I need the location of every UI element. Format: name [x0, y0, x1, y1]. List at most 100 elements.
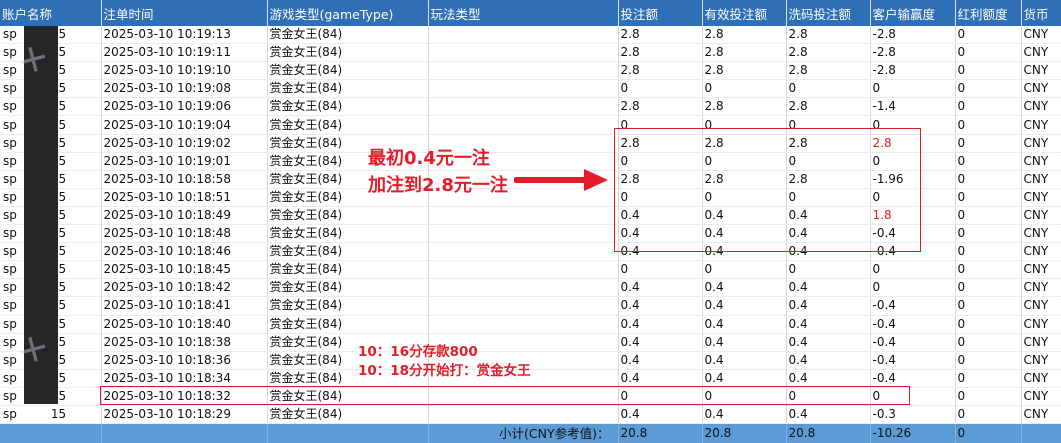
cell-wash-bet: 0.4 — [786, 405, 871, 425]
cell-currency: CNY — [1021, 333, 1061, 352]
cell-customer-winloss: 0 — [870, 260, 956, 280]
cell-wash-bet: 2.8 — [786, 26, 871, 45]
cell-game-type: 赏金女王(84) — [267, 387, 429, 406]
col-header-game-type[interactable]: 游戏类型(gameType) — [267, 0, 429, 26]
cell-bonus: 0 — [955, 115, 1022, 135]
col-header-customer-winloss[interactable]: 客户输赢度 — [870, 0, 956, 26]
table-row[interactable]: sp 15 2025-03-10 10:18:32 赏金女王(84) 0 0 0 0 0 CNY — [0, 387, 1061, 406]
cell-bet-amount: 0 — [618, 152, 703, 171]
cell-currency: CNY — [1021, 170, 1061, 189]
col-header-account[interactable]: 账户名称 — [0, 0, 102, 26]
cell-currency: CNY — [1021, 369, 1061, 388]
cell-bet-amount: 2.8 — [618, 170, 703, 189]
cell-game-type: 赏金女王(84) — [267, 242, 429, 262]
table-row[interactable]: sp 15 2025-03-10 10:18:29 赏金女王(84) 0.4 0.4 0.4… — [0, 405, 1061, 425]
cell-valid-bet: 0.4 — [702, 242, 787, 262]
cell-currency: CNY — [1021, 296, 1061, 316]
cell-game-type: 赏金女王(84) — [267, 260, 429, 280]
cell-customer-winloss: -0.3 — [870, 405, 956, 425]
cell-valid-bet: 2.8 — [702, 170, 787, 189]
cell-bet-amount: 0 — [618, 115, 703, 135]
account-prefix: sp — [3, 334, 17, 349]
table-row[interactable]: sp 15 2025-03-10 10:18:40 赏金女王(84) 0.4 0.4 0.4… — [0, 315, 1061, 334]
cell-wash-bet: 0 — [786, 152, 871, 171]
account-prefix: sp — [3, 316, 17, 331]
cell-currency: CNY — [1021, 315, 1061, 334]
cell-customer-winloss: 0 — [870, 115, 956, 135]
cell-valid-bet: 2.8 — [702, 43, 787, 63]
account-prefix: sp — [3, 153, 17, 168]
cell-bet-amount: 0.4 — [618, 405, 703, 425]
col-header-currency[interactable]: 货币 — [1021, 0, 1061, 26]
cell-customer-winloss: 0 — [870, 278, 956, 298]
table-row[interactable]: sp 15 2025-03-10 10:19:11 赏金女王(84) 2.8 2.8 2.8… — [0, 43, 1061, 63]
cell-bonus: 0 — [955, 260, 1022, 280]
cell-bet-time: 2025-03-10 10:19:02 — [101, 134, 268, 153]
cell-bet-time: 2025-03-10 10:18:51 — [101, 188, 268, 207]
table-row[interactable]: sp 15 2025-03-10 10:19:13 赏金女王(84) 2.8 2.8 2.8… — [0, 26, 1061, 45]
table-row[interactable]: sp 15 2025-03-10 10:18:49 赏金女王(84) 0.4 0.4 0.4… — [0, 206, 1061, 226]
col-header-play-type[interactable]: 玩法类型 — [428, 0, 619, 26]
cell-currency: CNY — [1021, 134, 1061, 153]
cell-wash-bet: 2.8 — [786, 97, 871, 117]
table-row[interactable]: sp 15 2025-03-10 10:19:02 赏金女王(84) 2.8 2.8 2.8… — [0, 134, 1061, 153]
cell-game-type: 赏金女王(84) — [267, 97, 429, 117]
table-row[interactable]: sp 15 2025-03-10 10:19:08 赏金女王(84) 0 0 0 0 0 CNY — [0, 79, 1061, 99]
cell-bet-time: 2025-03-10 10:18:48 — [101, 224, 268, 244]
col-header-valid-bet[interactable]: 有效投注额 — [702, 0, 787, 26]
col-header-bet-time[interactable]: 注单时间 — [101, 0, 268, 26]
table-row[interactable]: sp 15 2025-03-10 10:18:41 赏金女王(84) 0.4 0.4 0.4… — [0, 296, 1061, 316]
table-row[interactable]: sp 15 2025-03-10 10:19:06 赏金女王(84) 2.8 2.8 2.8… — [0, 97, 1061, 117]
cell-customer-winloss: -2.8 — [870, 61, 956, 81]
cell-bet-amount: 0 — [618, 79, 703, 99]
cell-customer-winloss: 0 — [870, 188, 956, 207]
cell-valid-bet: 0.4 — [702, 333, 787, 352]
cell-valid-bet: 2.8 — [702, 26, 787, 45]
cell-play-type — [428, 278, 619, 298]
account-prefix: sp — [3, 135, 17, 150]
cell-game-type: 赏金女王(84) — [267, 224, 429, 244]
table-row[interactable]: sp 15 2025-03-10 10:18:42 赏金女王(84) 0.4 0.4 0.4… — [0, 278, 1061, 298]
table-row[interactable]: sp 15 2025-03-10 10:18:48 赏金女王(84) 0.4 0.4 0.4… — [0, 224, 1061, 244]
table-row[interactable]: sp 15 2025-03-10 10:18:45 赏金女王(84) 0 0 0 0 0 CNY — [0, 260, 1061, 280]
cell-game-type: 赏金女王(84) — [267, 115, 429, 135]
subtotal-row: 小计(CNY参考值)： 20.8 20.8 20.8 -10.26 0 — [0, 423, 1061, 443]
col-header-bet-amount[interactable]: 投注额 — [618, 0, 703, 26]
cell-bonus: 0 — [955, 242, 1022, 262]
cell-bonus: 0 — [955, 43, 1022, 63]
table-row[interactable]: sp 15 2025-03-10 10:19:04 赏金女王(84) 0 0 0 0 0 CNY — [0, 115, 1061, 135]
table-row[interactable]: sp 15 2025-03-10 10:19:10 赏金女王(84) 2.8 2.8 2.8… — [0, 61, 1061, 81]
cell-bet-amount: 0.4 — [618, 315, 703, 334]
account-prefix: sp — [3, 407, 17, 422]
cell-wash-bet: 0.4 — [786, 278, 871, 298]
cell-valid-bet: 0.4 — [702, 296, 787, 316]
cell-customer-winloss: 1.8 — [870, 206, 956, 226]
col-header-bonus[interactable]: 红利额度 — [955, 0, 1022, 26]
table-row[interactable]: sp 15 2025-03-10 10:18:38 赏金女王(84) 0.4 0.4 0.4… — [0, 333, 1061, 352]
cell-valid-bet: 2.8 — [702, 134, 787, 153]
cell-play-type — [428, 224, 619, 244]
cell-bet-amount: 0.4 — [618, 333, 703, 352]
cell-play-type — [428, 242, 619, 262]
cell-bonus: 0 — [955, 170, 1022, 189]
cell-valid-bet: 2.8 — [702, 97, 787, 117]
cell-bonus: 0 — [955, 405, 1022, 425]
cell-bet-time: 2025-03-10 10:18:49 — [101, 206, 268, 226]
cell-currency: CNY — [1021, 224, 1061, 244]
cell-wash-bet: 2.8 — [786, 43, 871, 63]
cell-valid-bet: 0.4 — [702, 351, 787, 370]
col-header-wash-bet[interactable]: 洗码投注额 — [786, 0, 871, 26]
subtotal-label: 小计(CNY参考值)： — [428, 423, 619, 443]
subtotal-currency — [1021, 423, 1061, 443]
cell-customer-winloss: 0 — [870, 152, 956, 171]
cell-play-type — [428, 315, 619, 334]
cell-currency: CNY — [1021, 115, 1061, 135]
cell-bonus: 0 — [955, 369, 1022, 388]
cell-customer-winloss: 2.8 — [870, 134, 956, 153]
table-row[interactable]: sp 15 2025-03-10 10:18:46 赏金女王(84) 0.4 0.4 0.4… — [0, 242, 1061, 262]
cell-wash-bet: 0 — [786, 115, 871, 135]
cell-bonus: 0 — [955, 333, 1022, 352]
cell-bet-amount: 0.4 — [618, 278, 703, 298]
account-prefix: sp — [3, 99, 17, 114]
cell-bet-time: 2025-03-10 10:18:46 — [101, 242, 268, 262]
